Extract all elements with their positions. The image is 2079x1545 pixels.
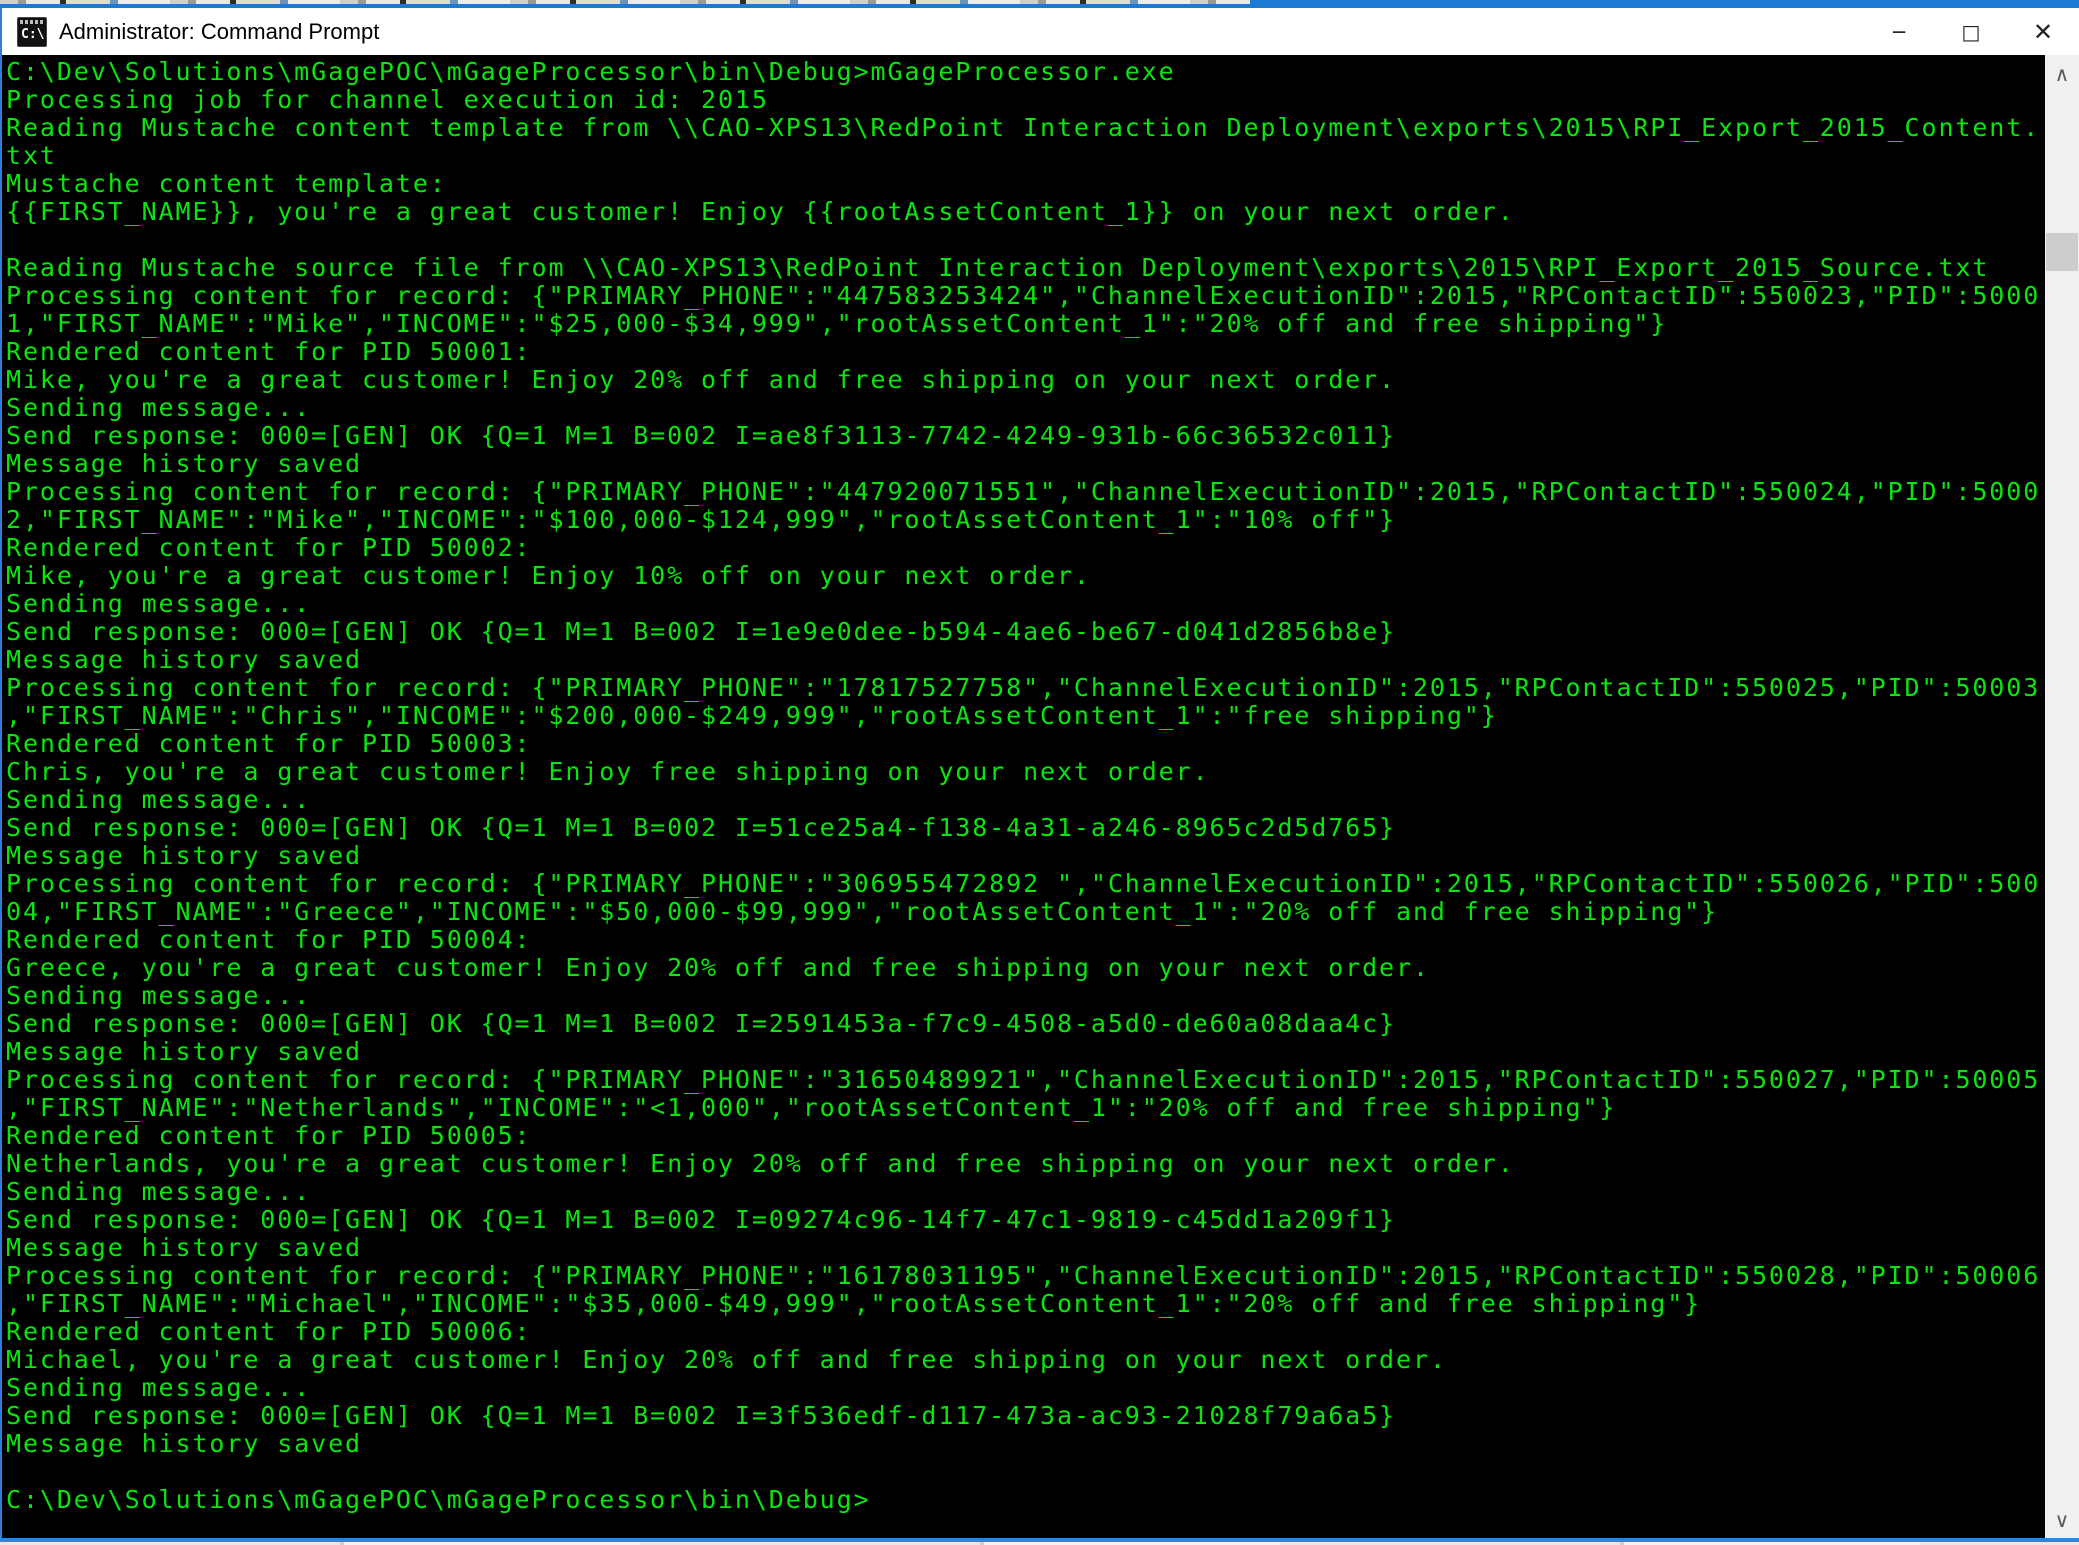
console-line: Processing content for record: {"PRIMARY… <box>6 282 2041 310</box>
console-line: Netherlands, you're a great customer! En… <box>6 1150 1515 1178</box>
console-line: Mike, you're a great customer! Enjoy 10%… <box>6 562 1091 590</box>
console-line: Sending message... <box>6 786 312 814</box>
console-line: Message history saved <box>6 842 362 870</box>
console-line: ,"FIRST_NAME":"Chris","INCOME":"$200,000… <box>6 702 1498 730</box>
console-output: C:\Dev\Solutions\mGagePOC\mGageProcessor… <box>6 58 2045 1514</box>
console-line: Rendered content for PID 50005: <box>6 1122 532 1150</box>
title-bar[interactable]: C:\ Administrator: Command Prompt ─ □ ✕ <box>2 8 2079 55</box>
bottom-edge-strip <box>0 1538 2079 1545</box>
console-line: Processing content for record: {"PRIMARY… <box>6 1262 2041 1290</box>
console-line: Send response: 000=[GEN] OK {Q=1 M=1 B=0… <box>6 422 1397 450</box>
console-line: Rendered content for PID 50004: <box>6 926 532 954</box>
console-line: Message history saved <box>6 1038 362 1066</box>
scrollbar-down-arrow-icon[interactable]: ∨ <box>2045 1503 2079 1537</box>
console-line: ,"FIRST_NAME":"Netherlands","INCOME":"<1… <box>6 1094 1617 1122</box>
cmd-icon: C:\ <box>17 16 47 47</box>
console-line: Michael, you're a great customer! Enjoy … <box>6 1346 1447 1374</box>
minimize-button[interactable]: ─ <box>1863 8 1935 55</box>
scrollbar-thumb[interactable] <box>2046 233 2078 271</box>
console-line: Chris, you're a great customer! Enjoy fr… <box>6 758 1210 786</box>
window-title: Administrator: Command Prompt <box>59 18 380 44</box>
console-line: Send response: 000=[GEN] OK {Q=1 M=1 B=0… <box>6 814 1397 842</box>
console-line: Mike, you're a great customer! Enjoy 20%… <box>6 366 1397 394</box>
cmd-icon-prompt-glyph: C:\ <box>21 26 45 42</box>
console-line: Processing content for record: {"PRIMARY… <box>6 478 2041 506</box>
console-line: Message history saved <box>6 646 362 674</box>
console-line: Processing job for channel execution id:… <box>6 86 769 114</box>
close-button[interactable]: ✕ <box>2007 8 2079 55</box>
console-line: Sending message... <box>6 394 312 422</box>
console-line: Sending message... <box>6 1178 312 1206</box>
console-line: Send response: 000=[GEN] OK {Q=1 M=1 B=0… <box>6 1010 1397 1038</box>
maximize-button[interactable]: □ <box>1935 8 2007 55</box>
console-line: 1,"FIRST_NAME":"Mike","INCOME":"$25,000-… <box>6 310 1668 338</box>
console-line: Send response: 000=[GEN] OK {Q=1 M=1 B=0… <box>6 1206 1397 1234</box>
cmd-icon-titlebar-dots <box>20 19 44 24</box>
console-line: Send response: 000=[GEN] OK {Q=1 M=1 B=0… <box>6 618 1397 646</box>
console-line: Mustache content template: <box>6 170 447 198</box>
console-line: C:\Dev\Solutions\mGagePOC\mGageProcessor… <box>6 58 1176 86</box>
console-line: ,"FIRST_NAME":"Michael","INCOME":"$35,00… <box>6 1290 1702 1318</box>
console-line: Sending message... <box>6 982 312 1010</box>
console-line: Reading Mustache source file from \\CAO-… <box>6 254 1990 282</box>
console-line: Rendered content for PID 50006: <box>6 1318 532 1346</box>
console-line: Rendered content for PID 50002: <box>6 534 532 562</box>
scrollbar-up-arrow-icon[interactable]: ∧ <box>2045 57 2079 91</box>
console-line: Message history saved <box>6 450 362 478</box>
console-line: Rendered content for PID 50001: <box>6 338 532 366</box>
console-viewport[interactable]: C:\Dev\Solutions\mGagePOC\mGageProcessor… <box>2 55 2079 1539</box>
console-line: 2,"FIRST_NAME":"Mike","INCOME":"$100,000… <box>6 506 1397 534</box>
console-line: Message history saved <box>6 1234 362 1262</box>
console-line: Send response: 000=[GEN] OK {Q=1 M=1 B=0… <box>6 1402 1397 1430</box>
vertical-scrollbar[interactable]: ∧ ∨ <box>2045 55 2079 1539</box>
console-line: 04,"FIRST_NAME":"Greece","INCOME":"$50,0… <box>6 898 1719 926</box>
console-line: Sending message... <box>6 590 312 618</box>
console-line: Processing content for record: {"PRIMARY… <box>6 870 2041 898</box>
console-line: {{FIRST_NAME}}, you're a great customer!… <box>6 198 1515 226</box>
background-windows-strip <box>0 0 2079 8</box>
console-line: Sending message... <box>6 1374 312 1402</box>
console-line: Processing content for record: {"PRIMARY… <box>6 674 2041 702</box>
command-prompt-window: C:\ Administrator: Command Prompt ─ □ ✕ … <box>0 8 2079 1542</box>
console-line: Processing content for record: {"PRIMARY… <box>6 1066 2041 1094</box>
console-line: Rendered content for PID 50003: <box>6 730 532 758</box>
window-controls: ─ □ ✕ <box>1863 8 2079 55</box>
console-line: Greece, you're a great customer! Enjoy 2… <box>6 954 1430 982</box>
console-line: C:\Dev\Solutions\mGagePOC\mGageProcessor… <box>6 1486 871 1514</box>
console-line: txt <box>6 142 57 170</box>
console-line: Message history saved <box>6 1430 362 1458</box>
console-line: Reading Mustache content template from \… <box>6 114 2041 142</box>
